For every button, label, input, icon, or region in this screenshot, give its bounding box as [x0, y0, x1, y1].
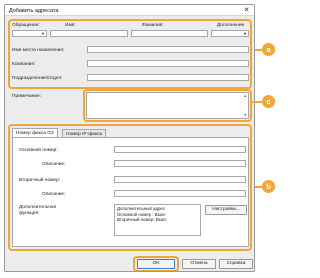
secondary-description-field[interactable]	[114, 190, 246, 197]
secondary-number-label: Вторичный номер:	[19, 178, 61, 183]
callout-c: c	[262, 95, 275, 108]
suffix-label: Дополнение	[217, 23, 245, 28]
primary-number-label: Основной номер:	[19, 148, 58, 153]
cancel-button[interactable]: Отмена	[182, 259, 216, 269]
help-button[interactable]: Справка	[219, 259, 253, 269]
dialog-title: Добавить адресата	[9, 8, 59, 14]
advanced-function-list: Дополнительный адрес Основной номер : Вы…	[114, 204, 201, 236]
callout-a: a	[262, 43, 275, 56]
advanced-line: Вторичный номер: Выкл	[117, 217, 167, 223]
prefix-select[interactable]: ▼	[12, 30, 47, 37]
first-name-label: Имя:	[65, 23, 76, 28]
tab-g3-fax[interactable]: Номер факса G3	[12, 128, 58, 137]
secondary-description-label: Описание:	[42, 192, 66, 197]
destination-name-field[interactable]	[87, 46, 249, 53]
scroll-down-icon[interactable]: ▼	[244, 113, 247, 117]
notes-field[interactable]: ▲ ▼	[86, 92, 249, 119]
chevron-down-icon: ▼	[243, 31, 247, 36]
department-label: Подразделение/отдел:	[12, 76, 63, 81]
prefix-label: Обращение:	[12, 23, 40, 28]
primary-number-field[interactable]	[114, 146, 246, 153]
add-destination-dialog: Добавить адресата ✕ Обращение: Имя: Фами…	[4, 4, 255, 272]
notes-label: Примечание:	[12, 94, 42, 99]
settings-button[interactable]: Настройки...	[205, 205, 247, 215]
company-field[interactable]	[87, 60, 249, 67]
suffix-select[interactable]: ▼	[211, 30, 249, 37]
advanced-function-label: Дополнительная	[19, 205, 57, 210]
title-bar: Добавить адресата ✕	[5, 5, 254, 16]
destination-name-label: Имя места назначения:	[12, 48, 65, 53]
advanced-function-label-2: функция:	[19, 211, 40, 216]
callout-b: b	[262, 180, 275, 193]
department-field[interactable]	[87, 74, 249, 81]
tab-label: Номер факса G3	[16, 131, 54, 136]
primary-description-field[interactable]	[114, 160, 246, 167]
ok-button[interactable]: OK	[137, 259, 175, 269]
last-name-field[interactable]	[131, 30, 208, 37]
scroll-up-icon[interactable]: ▲	[244, 94, 247, 98]
primary-description-label: Описание:	[42, 162, 66, 167]
chevron-down-icon: ▼	[41, 31, 45, 36]
last-name-label: Фамилия:	[142, 23, 164, 28]
secondary-number-field[interactable]	[114, 176, 246, 183]
close-icon[interactable]: ✕	[242, 6, 251, 15]
first-name-field[interactable]	[50, 30, 128, 37]
company-label: Компания:	[12, 62, 36, 67]
